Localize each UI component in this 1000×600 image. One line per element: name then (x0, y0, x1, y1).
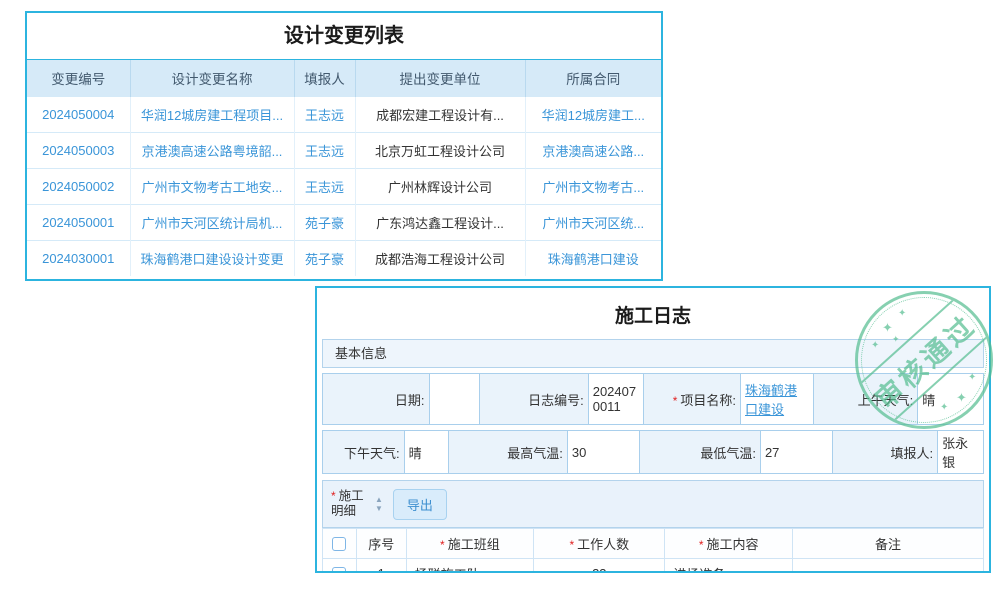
change-name-link[interactable]: 华润12城房建工程项目... (141, 108, 283, 123)
design-change-list-title: 设计变更列表 (27, 13, 661, 60)
detail-table-row: 1 杨聪施工队 23 进场准备 (323, 559, 984, 574)
contract-link[interactable]: 广州市天河区统... (542, 216, 644, 231)
reporter-link[interactable]: 王志远 (305, 108, 344, 123)
morning-weather-label: 上午天气: (858, 393, 914, 408)
date-value[interactable] (429, 374, 480, 425)
construction-log-panel: 施工日志 基本信息 日期: 日志编号: 2024070011 *项目名称: 珠海… (315, 286, 991, 573)
col-header-reporter: 填报人 (294, 60, 355, 96)
contract-link[interactable]: 广州市文物考古... (542, 180, 644, 195)
change-id-link[interactable]: 2024050003 (42, 143, 114, 158)
log-number-label: 日志编号: (528, 393, 584, 408)
table-row: 2024050003 京港澳高速公路粤境韶... 王志远 北京万虹工程设计公司 … (27, 132, 661, 168)
basic-info-row1: 日期: 日志编号: 2024070011 *项目名称: 珠海鹤港口建设 上午天气… (322, 373, 984, 425)
project-name-label: 项目名称: (680, 393, 736, 408)
required-icon: * (673, 394, 678, 408)
sort-up-icon[interactable]: ▲ (375, 495, 383, 504)
required-icon: * (569, 538, 574, 552)
table-row: 2024050001 广州市天河区统计局机... 苑子豪 广东鸿达鑫工程设计..… (27, 204, 661, 240)
afternoon-weather-value: 晴 (404, 431, 448, 474)
workers-cell: 23 (534, 559, 665, 574)
change-name-link[interactable]: 珠海鹤港口建设设计变更 (140, 252, 283, 267)
change-id-link[interactable]: 2024030001 (42, 251, 114, 266)
min-temp-label: 最低气温: (700, 446, 756, 461)
morning-weather-value: 晴 (918, 374, 984, 425)
reporter-link[interactable]: 苑子豪 (305, 252, 344, 267)
max-temp-label: 最高气温: (507, 446, 563, 461)
basic-info-row2: 下午天气: 晴 最高气温: 30 最低气温: 27 填报人: 张永银 (322, 430, 984, 474)
construction-log-title: 施工日志 (317, 301, 989, 328)
date-label: 日期: (395, 393, 425, 408)
col-header-workers: 工作人数 (577, 537, 629, 552)
export-button[interactable]: 导出 (393, 489, 447, 520)
design-change-table-header: 变更编号 设计变更名称 填报人 提出变更单位 所属合同 (27, 60, 661, 96)
remark-cell (792, 559, 983, 574)
col-header-content: 施工内容 (707, 537, 759, 552)
col-header-seq: 序号 (356, 529, 406, 559)
reporter-link[interactable]: 王志远 (305, 180, 344, 195)
sort-down-icon[interactable]: ▼ (375, 504, 383, 513)
row-checkbox[interactable] (332, 567, 346, 573)
required-icon: * (440, 538, 445, 552)
change-id-link[interactable]: 2024050001 (42, 215, 114, 230)
team-cell: 杨聪施工队 (406, 559, 533, 574)
proposing-unit-cell: 广东鸿达鑫工程设计... (355, 204, 525, 240)
content-cell: 进场准备 (665, 559, 792, 574)
reporter-link[interactable]: 王志远 (305, 144, 344, 159)
max-temp-value: 30 (567, 431, 639, 474)
col-header-contract: 所属合同 (525, 60, 661, 96)
col-header-change-id: 变更编号 (27, 60, 130, 96)
change-name-link[interactable]: 京港澳高速公路粤境韶... (142, 144, 283, 159)
min-temp-value: 27 (760, 431, 832, 474)
filler-value: 张永银 (938, 431, 984, 474)
table-row: 2024030001 珠海鹤港口建设设计变更 苑子豪 成都浩海工程设计公司 珠海… (27, 240, 661, 276)
change-id-link[interactable]: 2024050004 (42, 107, 114, 122)
reporter-link[interactable]: 苑子豪 (305, 216, 344, 231)
required-icon: * (699, 538, 704, 552)
change-id-link[interactable]: 2024050002 (42, 179, 114, 194)
project-name-link[interactable]: 珠海鹤港口建设 (745, 383, 797, 417)
contract-link[interactable]: 华润12城房建工... (542, 108, 645, 123)
construction-detail-table: 序号 *施工班组 *工作人数 *施工内容 备注 1 杨聪施工队 23 进场准备 (322, 528, 984, 573)
seq-cell: 1 (356, 559, 406, 574)
change-name-link[interactable]: 广州市天河区统计局机... (142, 216, 283, 231)
proposing-unit-cell: 成都浩海工程设计公司 (355, 240, 525, 276)
select-all-checkbox[interactable] (332, 537, 346, 551)
page: 设计变更列表 变更编号 设计变更名称 填报人 提出变更单位 所属合同 20240… (0, 0, 1000, 600)
proposing-unit-cell: 成都宏建工程设计有... (355, 96, 525, 132)
detail-table-header: 序号 *施工班组 *工作人数 *施工内容 备注 (323, 529, 984, 559)
col-header-change-name: 设计变更名称 (130, 60, 294, 96)
basic-info-section-header: 基本信息 (322, 339, 984, 368)
contract-link[interactable]: 京港澳高速公路... (542, 144, 644, 159)
design-change-list-panel: 设计变更列表 变更编号 设计变更名称 填报人 提出变更单位 所属合同 20240… (25, 11, 663, 281)
construction-detail-section-header: *施工明细 ▲ ▼ 导出 (322, 480, 984, 528)
proposing-unit-cell: 广州林辉设计公司 (355, 168, 525, 204)
proposing-unit-cell: 北京万虹工程设计公司 (355, 132, 525, 168)
required-icon: * (331, 489, 336, 503)
design-change-table: 变更编号 设计变更名称 填报人 提出变更单位 所属合同 2024050004 华… (27, 60, 661, 276)
col-header-remark: 备注 (792, 529, 983, 559)
table-row: 2024050004 华润12城房建工程项目... 王志远 成都宏建工程设计有.… (27, 96, 661, 132)
table-row: 2024050002 广州市文物考古工地安... 王志远 广州林辉设计公司 广州… (27, 168, 661, 204)
contract-link[interactable]: 珠海鹤港口建设 (548, 252, 639, 267)
change-name-link[interactable]: 广州市文物考古工地安... (142, 180, 283, 195)
filler-label: 填报人: (890, 446, 933, 461)
col-header-proposing-unit: 提出变更单位 (355, 60, 525, 96)
afternoon-weather-label: 下午天气: (344, 446, 400, 461)
log-number-value: 2024070011 (588, 374, 644, 425)
col-header-team: 施工班组 (448, 537, 500, 552)
